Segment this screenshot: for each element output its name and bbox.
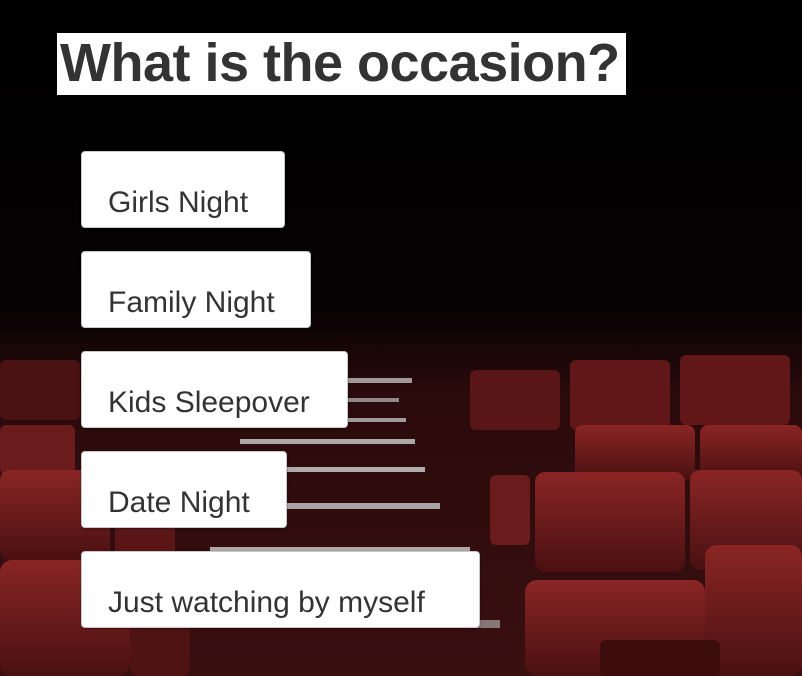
option-girls-night-button[interactable]: Girls Night [81,151,285,228]
option-just-watching-by-myself-button[interactable]: Just watching by myself [81,551,480,628]
option-family-night-button[interactable]: Family Night [81,251,311,328]
option-kids-sleepover-button[interactable]: Kids Sleepover [81,351,348,428]
option-date-night-button[interactable]: Date Night [81,451,287,528]
page-title: What is the occasion? [57,33,626,95]
